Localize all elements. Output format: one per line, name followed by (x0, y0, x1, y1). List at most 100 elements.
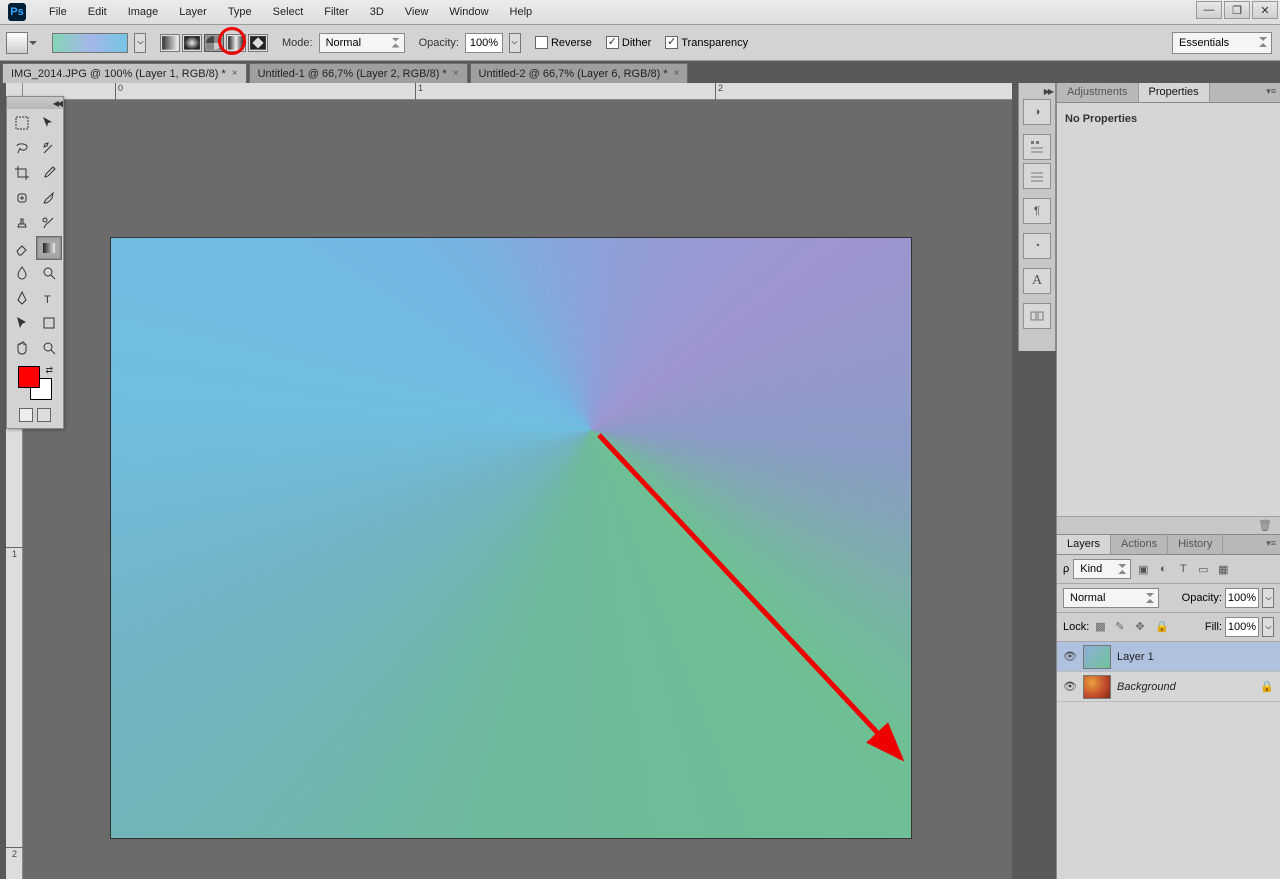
maximize-button[interactable]: ❐ (1224, 1, 1250, 19)
gradient-picker[interactable] (52, 33, 128, 53)
libraries-panel-icon[interactable] (1023, 303, 1051, 329)
diamond-gradient-button[interactable] (248, 34, 268, 52)
visibility-icon[interactable]: 👁 (1063, 650, 1077, 664)
tab-properties[interactable]: Properties (1139, 83, 1210, 102)
path-selection-tool[interactable] (9, 311, 35, 335)
layer-thumbnail[interactable] (1083, 645, 1111, 669)
lock-position-icon[interactable]: ✥ (1135, 620, 1149, 634)
swap-colors-icon[interactable]: ⇄ (45, 365, 53, 376)
layer-row[interactable]: 👁 Background 🔒 (1057, 672, 1280, 702)
radial-gradient-button[interactable] (182, 34, 202, 52)
layer-opacity-input[interactable]: 100% (1225, 588, 1259, 608)
document-tab[interactable]: Untitled-1 @ 66,7% (Layer 2, RGB/8) *× (249, 63, 468, 83)
workspace-switcher[interactable]: Essentials (1172, 32, 1272, 54)
tab-history[interactable]: History (1168, 535, 1223, 554)
tab-actions[interactable]: Actions (1111, 535, 1168, 554)
shape-tool[interactable] (36, 311, 62, 335)
panel-menu-icon[interactable]: ▾≡ (1266, 538, 1276, 549)
trash-icon[interactable]: 🗑 (1258, 519, 1272, 532)
type-tool[interactable]: T (36, 286, 62, 310)
hand-tool[interactable] (9, 336, 35, 360)
layer-fill-dropdown[interactable] (1262, 617, 1274, 637)
minimize-button[interactable]: — (1196, 1, 1222, 19)
color-panel-icon[interactable]: ◑ (1023, 99, 1051, 125)
filter-smart-icon[interactable]: ▦ (1215, 561, 1231, 577)
blur-tool[interactable] (9, 261, 35, 285)
dither-checkbox[interactable]: Dither (606, 36, 651, 49)
menu-type[interactable]: Type (218, 2, 262, 22)
close-tab-icon[interactable]: × (674, 68, 680, 79)
healing-brush-tool[interactable] (9, 186, 35, 210)
gradient-picker-dropdown[interactable] (134, 33, 146, 53)
filter-type-icon[interactable]: T (1175, 561, 1191, 577)
reflected-gradient-button[interactable] (226, 34, 246, 52)
close-tab-icon[interactable]: × (232, 68, 238, 79)
brush-tool[interactable] (36, 186, 62, 210)
linear-gradient-button[interactable] (160, 34, 180, 52)
layer-row[interactable]: 👁 Layer 1 (1057, 642, 1280, 672)
dock-expand[interactable]: ▶▶ (1019, 87, 1055, 96)
transparency-checkbox[interactable]: Transparency (665, 36, 748, 49)
menu-layer[interactable]: Layer (169, 2, 217, 22)
reverse-checkbox[interactable]: Reverse (535, 36, 592, 49)
filter-adjust-icon[interactable]: ◐ (1155, 561, 1171, 577)
clone-stamp-tool[interactable] (9, 211, 35, 235)
menu-filter[interactable]: Filter (314, 2, 358, 22)
marquee-tool[interactable] (9, 111, 35, 135)
menu-view[interactable]: View (395, 2, 439, 22)
canvas-viewport[interactable] (23, 100, 1012, 879)
layer-opacity-dropdown[interactable] (1262, 588, 1274, 608)
eyedropper-tool[interactable] (36, 161, 62, 185)
menu-edit[interactable]: Edit (78, 2, 117, 22)
layer-thumbnail[interactable] (1083, 675, 1111, 699)
panel-menu-icon[interactable]: ▾≡ (1266, 86, 1276, 97)
gradient-tool[interactable] (36, 236, 62, 260)
crop-tool[interactable] (9, 161, 35, 185)
tools-panel-collapse[interactable]: ◀◀ (7, 97, 63, 109)
menu-image[interactable]: Image (118, 2, 169, 22)
menu-file[interactable]: File (39, 2, 77, 22)
layer-filter-kind[interactable]: Kind (1073, 559, 1131, 579)
menu-select[interactable]: Select (263, 2, 314, 22)
eraser-tool[interactable] (9, 236, 35, 260)
document-tab[interactable]: IMG_2014.JPG @ 100% (Layer 1, RGB/8) *× (2, 63, 247, 83)
lock-all-icon[interactable]: 🔒 (1155, 620, 1169, 634)
canvas[interactable] (111, 238, 911, 838)
close-button[interactable]: ✕ (1252, 1, 1278, 19)
paragraph-panel-icon[interactable]: ¶ (1023, 198, 1051, 224)
close-tab-icon[interactable]: × (453, 68, 459, 79)
styles-panel-icon[interactable] (1023, 163, 1051, 189)
layer-name[interactable]: Layer 1 (1117, 651, 1154, 663)
opacity-dropdown[interactable] (509, 33, 521, 53)
menu-window[interactable]: Window (439, 2, 498, 22)
horizontal-ruler[interactable]: 0 1 2 (23, 83, 1012, 100)
foreground-color[interactable] (18, 366, 40, 388)
visibility-icon[interactable]: 👁 (1063, 680, 1077, 694)
dodge-tool[interactable] (36, 261, 62, 285)
navigator-panel-icon[interactable]: ◔ (1023, 233, 1051, 259)
menu-help[interactable]: Help (500, 2, 543, 22)
opacity-input[interactable]: 100% (465, 33, 503, 53)
quick-mask-button[interactable] (19, 408, 33, 422)
lasso-tool[interactable] (9, 136, 35, 160)
document-tab[interactable]: Untitled-2 @ 66,7% (Layer 6, RGB/8) *× (470, 63, 689, 83)
angle-gradient-button[interactable] (204, 34, 224, 52)
layer-blend-mode[interactable]: Normal (1063, 588, 1159, 608)
filter-pixel-icon[interactable]: ▣ (1135, 561, 1151, 577)
layer-name[interactable]: Background (1117, 681, 1176, 693)
screen-mode-button[interactable] (37, 408, 51, 422)
lock-transparency-icon[interactable]: ▩ (1095, 620, 1109, 634)
swatches-panel-icon[interactable] (1023, 134, 1051, 160)
menu-3d[interactable]: 3D (360, 2, 394, 22)
layer-list[interactable]: 👁 Layer 1 👁 Background 🔒 (1057, 642, 1280, 879)
filter-shape-icon[interactable]: ▭ (1195, 561, 1211, 577)
tab-adjustments[interactable]: Adjustments (1057, 83, 1139, 102)
lock-pixels-icon[interactable]: ✎ (1115, 620, 1129, 634)
move-tool[interactable] (36, 111, 62, 135)
blend-mode-select[interactable]: Normal (319, 33, 405, 53)
layer-fill-input[interactable]: 100% (1225, 617, 1259, 637)
zoom-tool[interactable] (36, 336, 62, 360)
history-brush-tool[interactable] (36, 211, 62, 235)
magic-wand-tool[interactable] (36, 136, 62, 160)
tool-preset-picker[interactable] (6, 32, 28, 54)
